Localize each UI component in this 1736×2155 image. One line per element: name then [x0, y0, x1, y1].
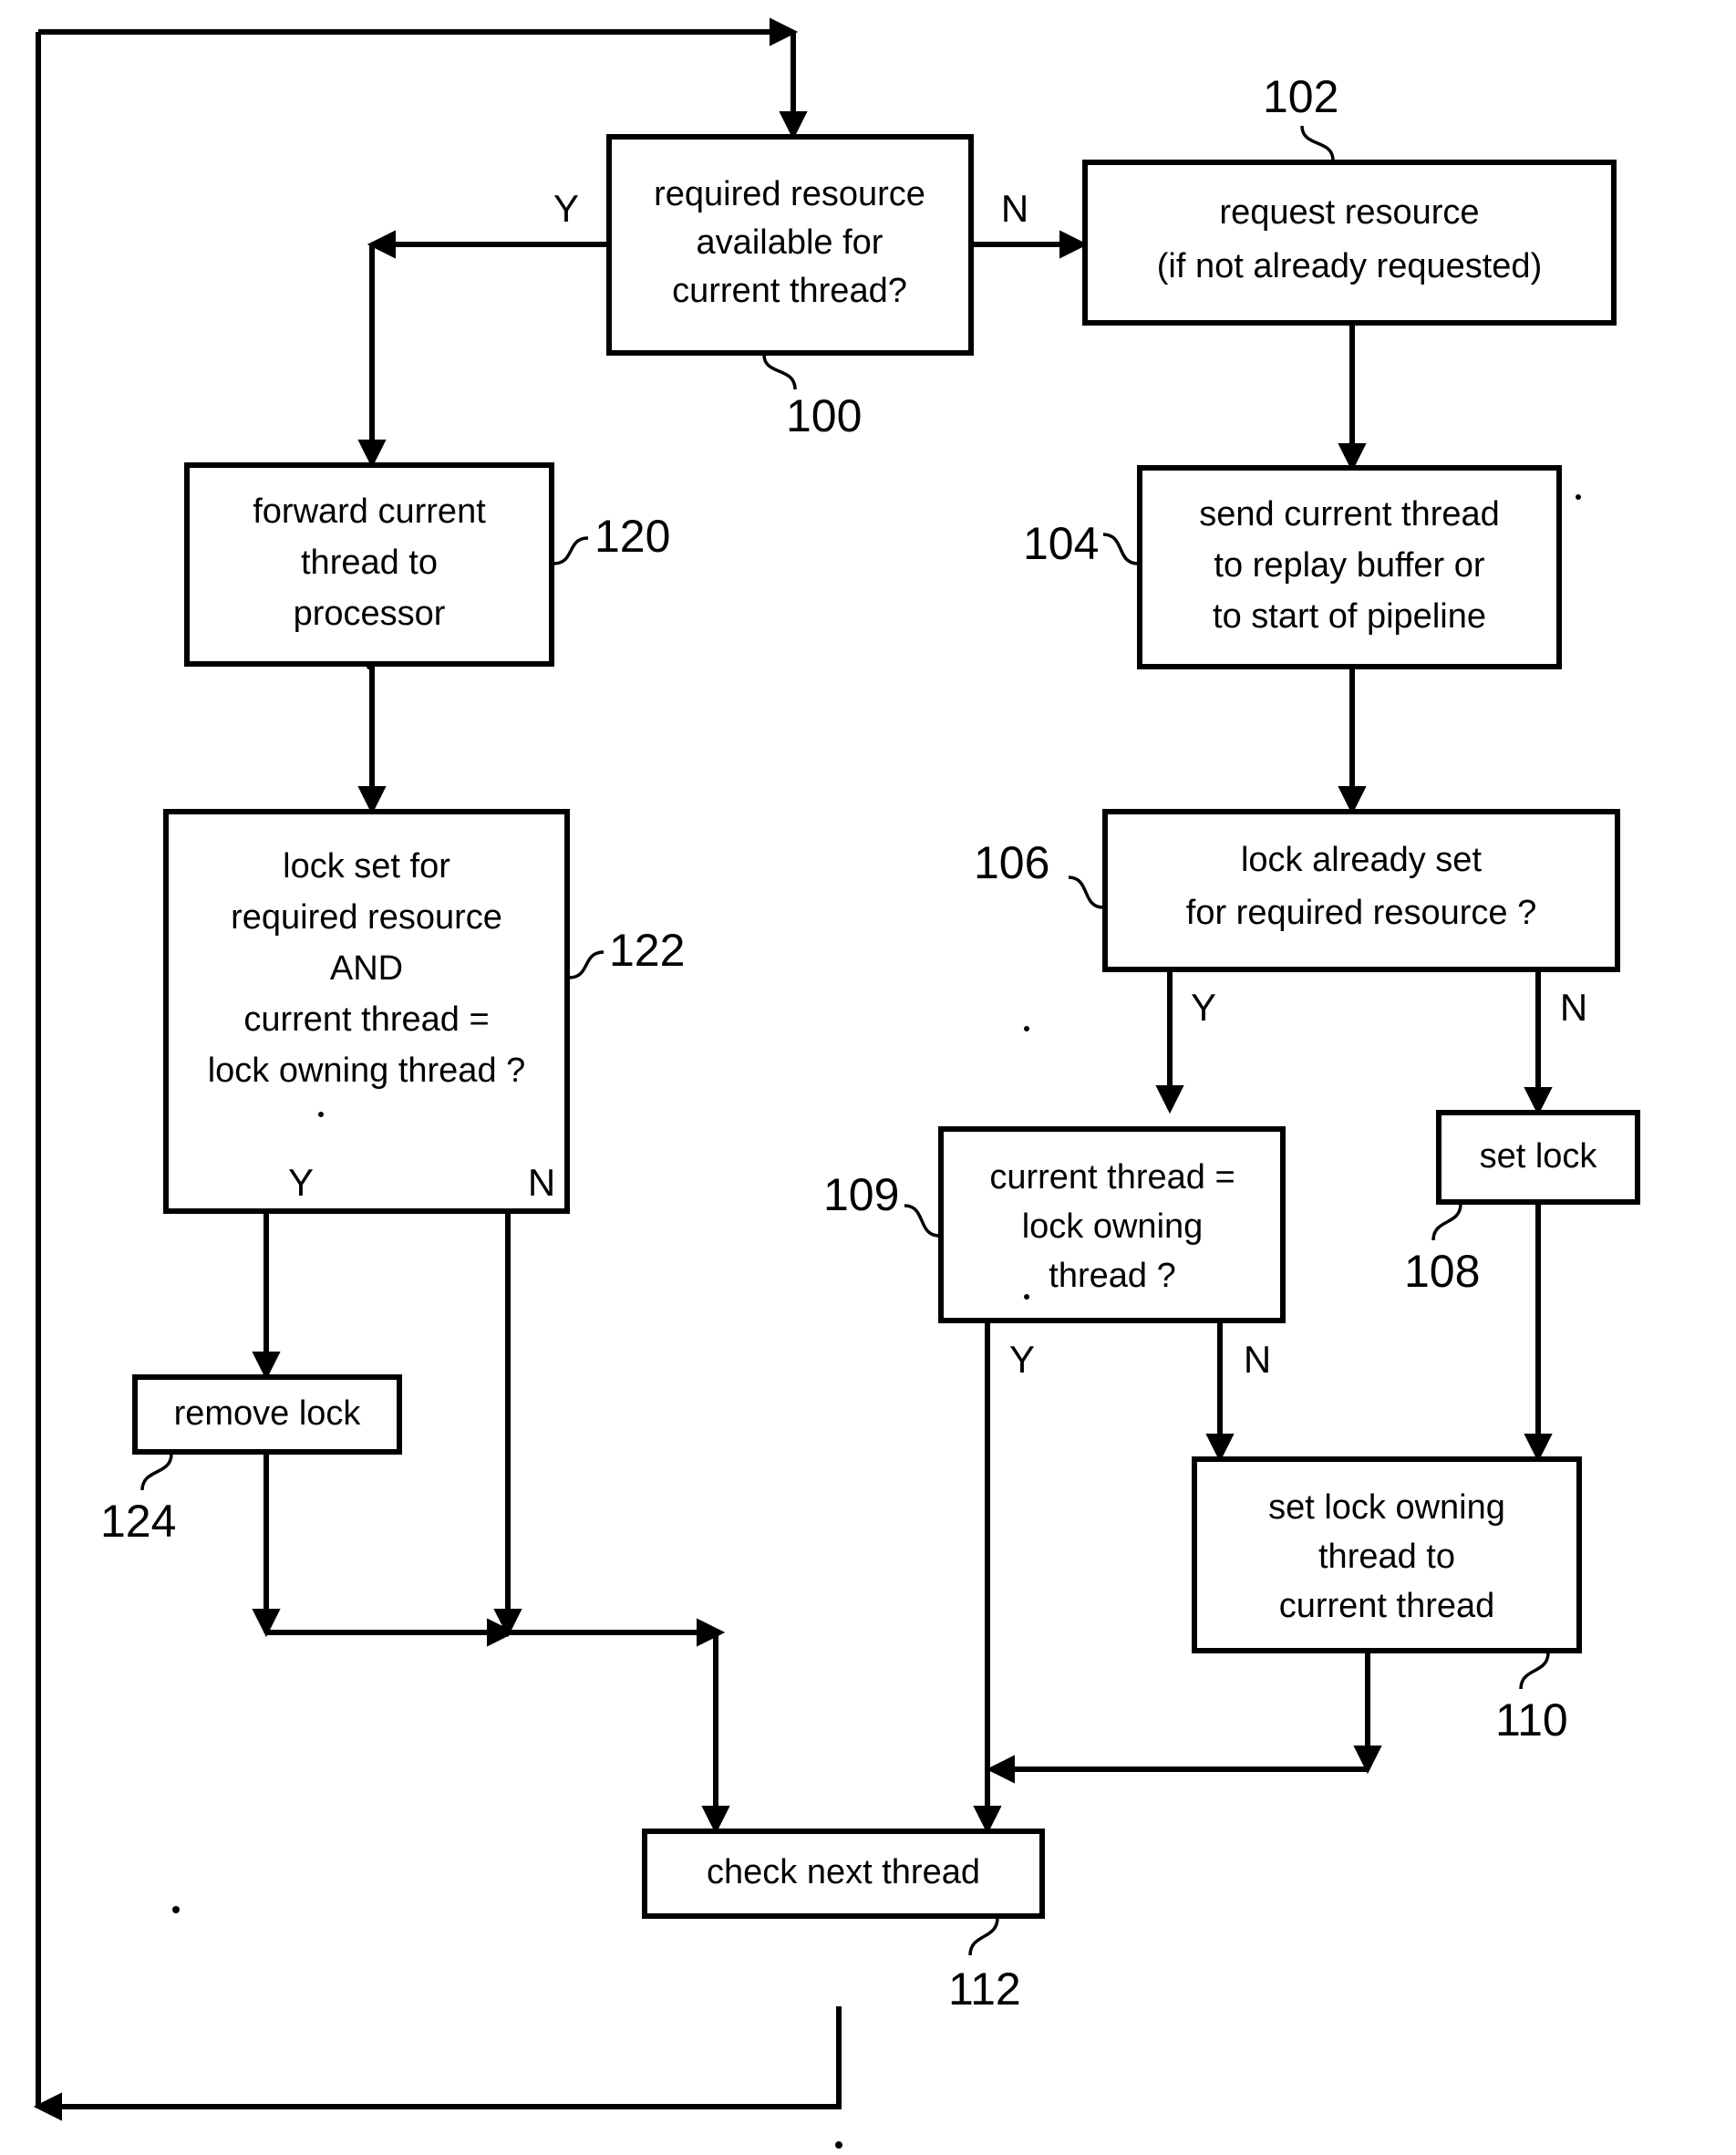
branch-label-122-no: N	[528, 1161, 555, 1204]
branch-label-106-no: N	[1560, 986, 1587, 1029]
node-check-next-thread[interactable]: check next thread	[642, 1829, 1045, 1919]
leader-100	[762, 354, 797, 390]
node-104-line-2: to start of pipeline	[1213, 597, 1486, 636]
node-109-line-0: current thread =	[989, 1158, 1235, 1197]
ref-label-102: 102	[1263, 71, 1338, 122]
node-100-line-1: available for	[697, 223, 884, 262]
ref-label-108: 108	[1404, 1246, 1480, 1297]
leader-102	[1300, 125, 1335, 161]
node-set-lock-owning-thread[interactable]: set lock owning thread to current thread	[1192, 1456, 1582, 1653]
ref-label-104: 104	[1023, 518, 1099, 569]
branch-label-109-yes: Y	[1009, 1338, 1035, 1381]
branch-label-109-no: N	[1244, 1338, 1271, 1381]
leader-104	[1102, 533, 1139, 565]
flowchart-page: required resource available for current …	[0, 0, 1736, 2155]
node-required-resource-available[interactable]: required resource available for current …	[606, 134, 974, 356]
ref-label-122: 122	[609, 925, 685, 976]
node-104-line-0: send current thread	[1199, 495, 1500, 534]
node-106-line-0: lock already set	[1241, 841, 1482, 879]
node-lock-set-and-owner-check[interactable]: lock set for required resource AND curre…	[163, 809, 570, 1214]
leader-122	[568, 950, 604, 979]
node-send-current-thread[interactable]: send current thread to replay buffer or …	[1137, 465, 1562, 669]
ref-label-100: 100	[786, 390, 862, 441]
node-100-line-2: current thread?	[672, 272, 907, 310]
node-set-lock[interactable]: set lock	[1436, 1110, 1640, 1205]
node-122-line-0: lock set for	[283, 847, 450, 886]
flowchart-canvas: required resource available for current …	[33, 17, 1640, 2149]
node-lock-already-set[interactable]: lock already set for required resource ?	[1102, 809, 1620, 972]
node-109-line-2: thread ?	[1049, 1257, 1175, 1295]
leader-109	[904, 1204, 940, 1238]
leader-120	[553, 536, 589, 565]
node-122-line-3: current thread =	[243, 1000, 489, 1039]
ref-label-110: 110	[1495, 1694, 1568, 1746]
node-current-thread-equals-owner[interactable]: current thread = lock owning thread ?	[938, 1126, 1286, 1323]
branch-label-100-no: N	[1001, 187, 1028, 230]
node-109-line-1: lock owning	[1022, 1207, 1204, 1246]
node-104-line-1: to replay buffer or	[1214, 546, 1484, 585]
node-120-line-2: processor	[294, 595, 446, 633]
node-102-line-0: request resource	[1219, 193, 1479, 232]
node-remove-lock[interactable]: remove lock	[132, 1374, 402, 1455]
node-forward-current-thread[interactable]: forward current thread to processor	[184, 462, 554, 667]
node-106-box[interactable]	[1102, 809, 1620, 972]
branch-label-122-yes: Y	[288, 1161, 314, 1204]
node-120-line-0: forward current	[253, 492, 486, 531]
node-108-line-0: set lock	[1480, 1137, 1598, 1176]
leader-110	[1519, 1652, 1550, 1690]
node-122-line-1: required resource	[231, 898, 502, 937]
ref-label-120: 120	[594, 511, 670, 562]
ref-label-124: 124	[100, 1496, 176, 1547]
node-106-line-1: for required resource ?	[1186, 894, 1536, 932]
node-100-line-0: required resource	[654, 175, 925, 213]
branch-label-100-yes: Y	[553, 187, 579, 230]
node-112-line-0: check next thread	[707, 1853, 980, 1891]
node-110-line-1: thread to	[1318, 1538, 1455, 1576]
leader-108	[1431, 1203, 1462, 1241]
node-102-line-1: (if not already requested)	[1157, 247, 1542, 285]
branch-label-106-yes: Y	[1191, 986, 1216, 1029]
ref-label-106: 106	[974, 837, 1049, 888]
leader-112	[968, 1917, 999, 1956]
node-110-line-2: current thread	[1279, 1587, 1495, 1625]
node-request-resource[interactable]: request resource (if not already request…	[1082, 160, 1617, 326]
edge-feedback-loop-bottom	[33, 2006, 842, 2121]
ref-label-109: 109	[823, 1169, 899, 1220]
leader-106	[1068, 875, 1104, 909]
node-122-line-2: AND	[330, 949, 403, 988]
node-122-line-4: lock owning thread ?	[208, 1052, 526, 1090]
node-124-line-0: remove lock	[174, 1394, 362, 1433]
leader-124	[140, 1453, 173, 1491]
node-102-box[interactable]	[1082, 160, 1617, 326]
node-120-line-1: thread to	[301, 544, 438, 582]
node-110-line-0: set lock owning	[1268, 1488, 1505, 1527]
ref-label-112: 112	[948, 1963, 1021, 2015]
